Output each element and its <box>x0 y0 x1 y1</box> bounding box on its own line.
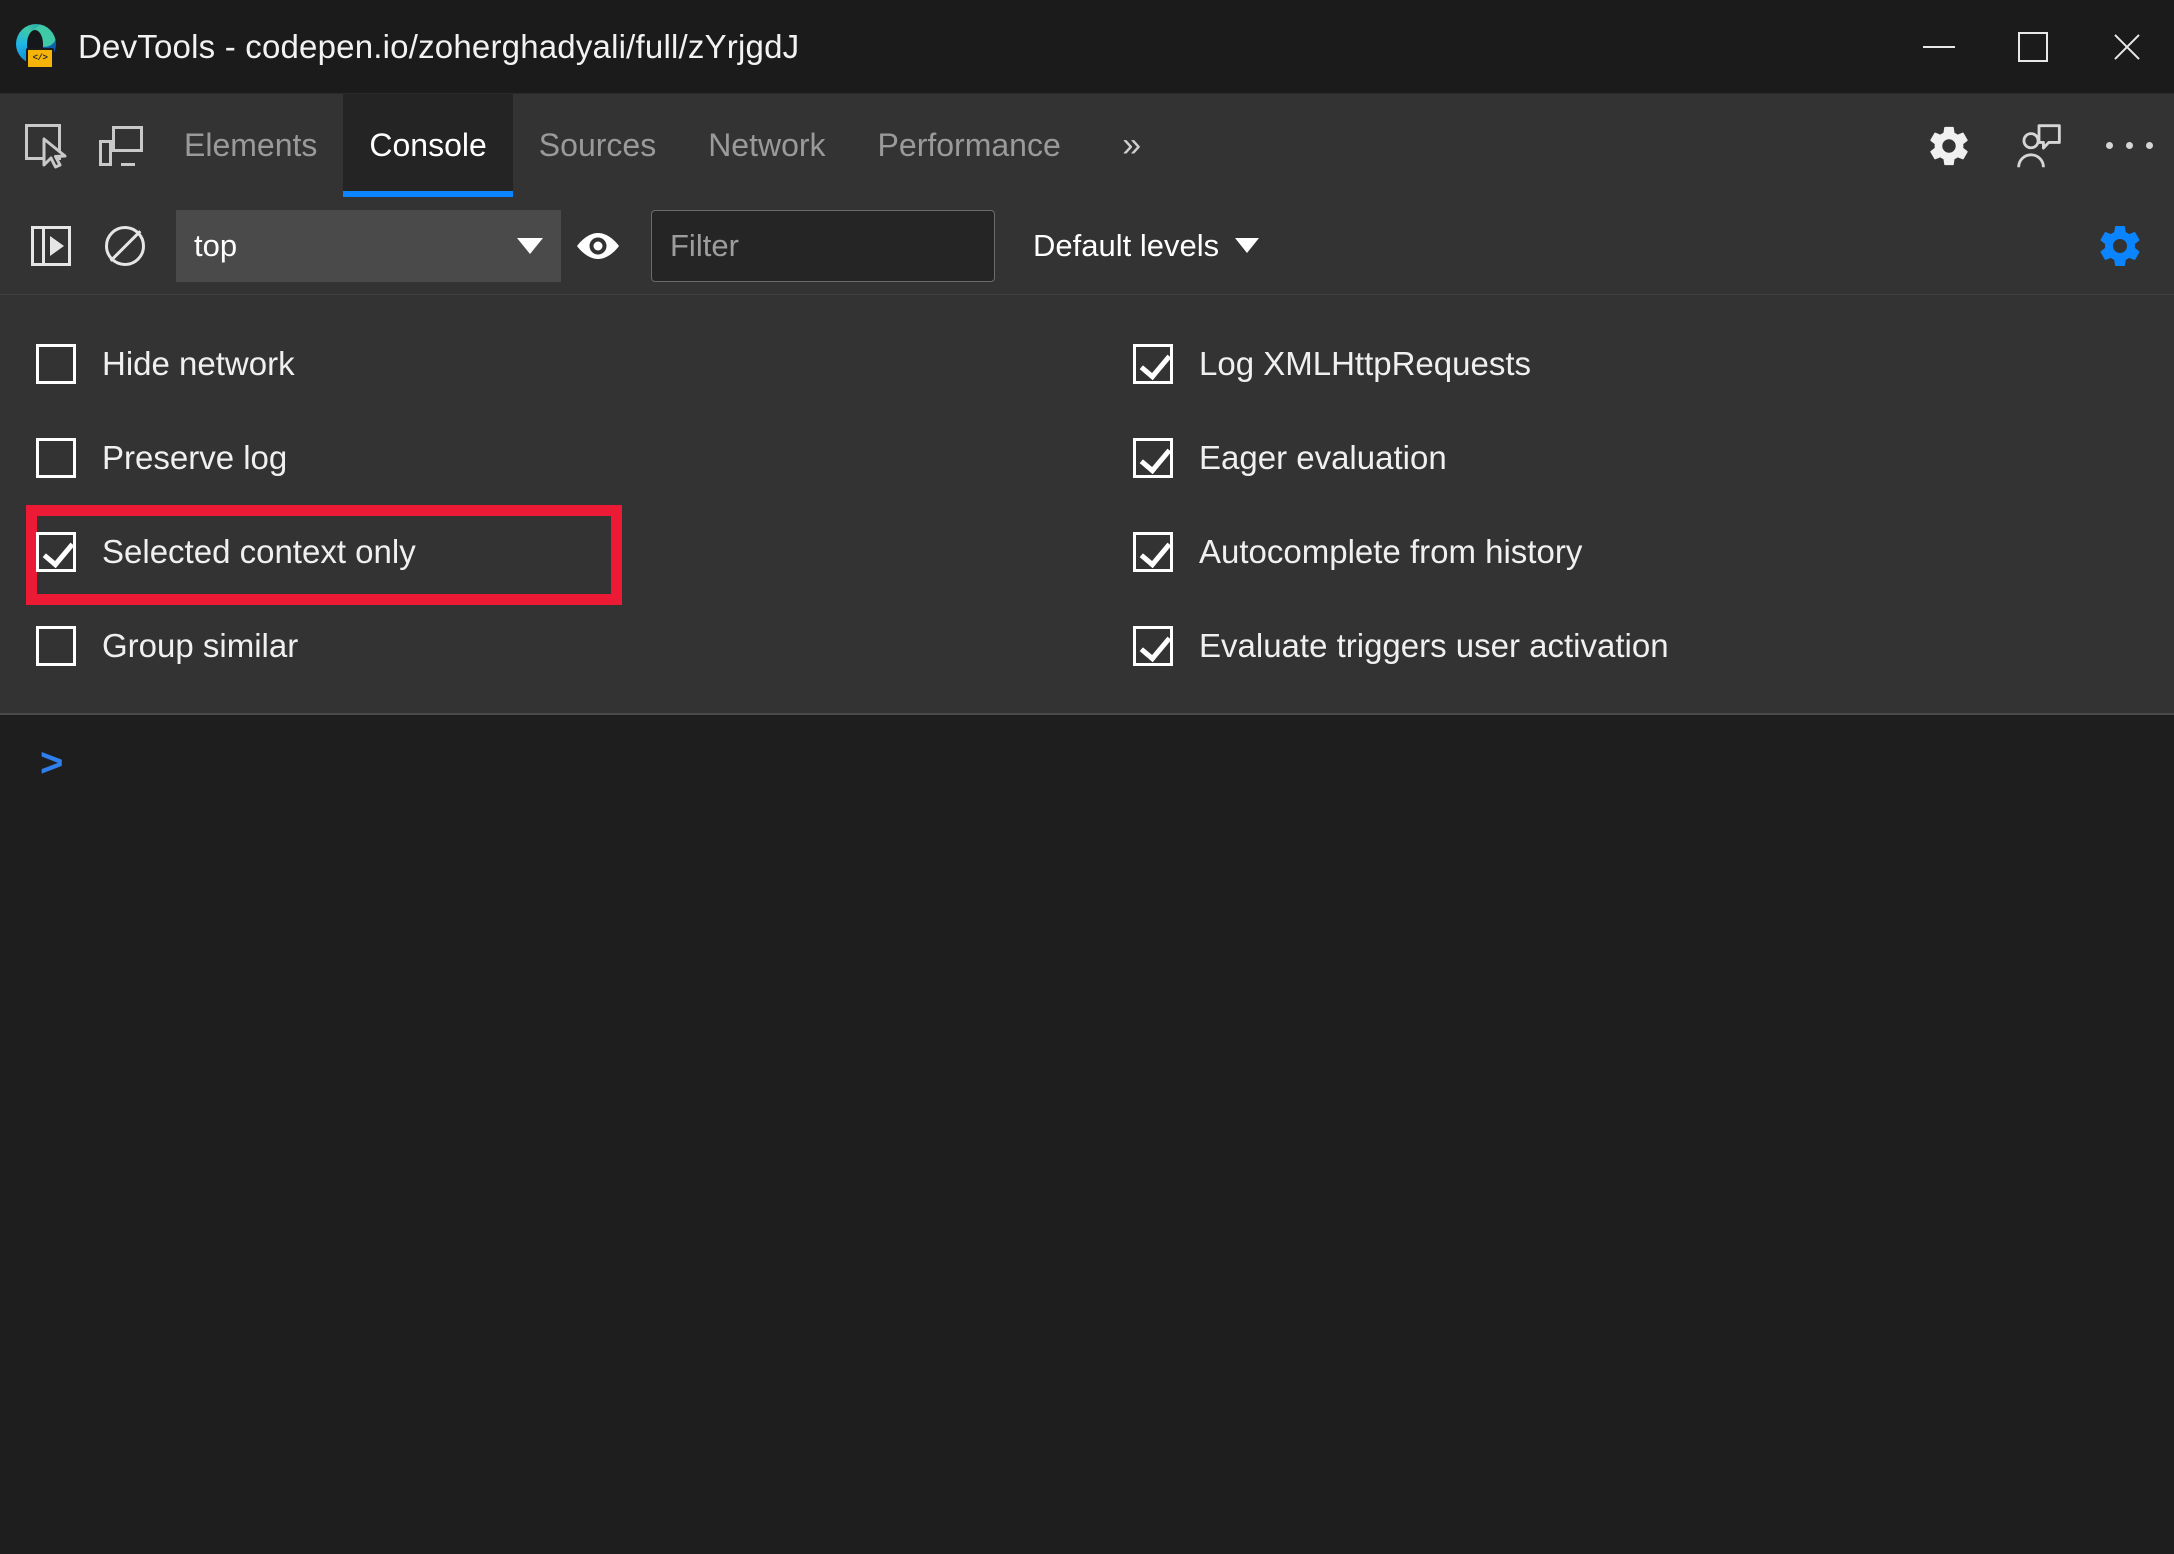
inspect-element-button[interactable] <box>10 94 84 197</box>
tab-elements[interactable]: Elements <box>158 94 343 197</box>
checkbox-log-xmlhttprequests-box[interactable] <box>1133 344 1173 384</box>
console-filter-field[interactable] <box>651 209 995 282</box>
maximize-button[interactable] <box>1986 0 2080 94</box>
checkbox-group-similar-label: Group similar <box>102 627 299 664</box>
console-settings-right-column: Log XMLHttpRequests Eager evaluation Aut… <box>1087 317 2174 693</box>
checkbox-log-xmlhttprequests[interactable]: Log XMLHttpRequests <box>1133 317 2174 411</box>
log-levels-dropdown[interactable]: Default levels <box>1025 210 1267 282</box>
checkbox-preserve-log-box[interactable] <box>36 438 76 478</box>
close-icon <box>2110 30 2144 64</box>
console-settings-button[interactable] <box>2080 209 2160 283</box>
console-toolbar: top Default levels <box>0 197 2174 295</box>
more-tabs-button[interactable]: » <box>1087 94 1177 197</box>
send-feedback-button[interactable] <box>1994 94 2084 197</box>
devtools-tab-bar: Elements Console Sources Network Perform… <box>0 94 2174 197</box>
clear-console-button[interactable] <box>88 209 162 283</box>
log-levels-label: Default levels <box>1033 227 1220 263</box>
checkbox-hide-network-label: Hide network <box>102 345 295 382</box>
create-live-expression-button[interactable] <box>561 209 635 283</box>
clear-console-icon <box>105 225 145 266</box>
devtools-settings-button[interactable] <box>1904 94 1994 197</box>
devtools-window: </> DevTools - codepen.io/zoherghadyali/… <box>0 0 2174 1554</box>
device-toolbar-icon <box>99 125 143 166</box>
create-live-expression-icon <box>577 232 619 259</box>
inspect-element-icon <box>25 123 69 168</box>
console-settings-panel: Hide network Preserve log Selected conte… <box>0 295 2174 715</box>
checkbox-log-xmlhttprequests-label: Log XMLHttpRequests <box>1199 345 1532 382</box>
tab-bar-actions <box>1904 94 2174 197</box>
tab-performance-label: Performance <box>877 127 1061 163</box>
checkbox-group-similar-box[interactable] <box>36 626 76 666</box>
tab-console[interactable]: Console <box>343 94 514 197</box>
checkbox-selected-context-only-label: Selected context only <box>102 533 416 570</box>
checkbox-preserve-log[interactable]: Preserve log <box>36 411 1087 505</box>
console-sidebar-toggle-button[interactable] <box>14 209 88 283</box>
close-button[interactable] <box>2080 0 2174 94</box>
window-controls <box>1892 0 2174 93</box>
more-options-icon <box>2105 142 2153 149</box>
console-prompt-row[interactable]: > <box>0 715 2174 785</box>
console-sidebar-toggle-icon <box>31 225 71 266</box>
chevron-double-right-icon: » <box>1122 126 1142 164</box>
checkbox-evaluate-triggers-user-activation-label: Evaluate triggers user activation <box>1199 627 1669 664</box>
checkbox-selected-context-only[interactable]: Selected context only <box>26 505 1087 605</box>
checkbox-hide-network[interactable]: Hide network <box>36 317 1087 411</box>
title-bar: </> DevTools - codepen.io/zoherghadyali/… <box>0 0 2174 94</box>
devtools-badge-label: </> <box>32 53 48 63</box>
checkbox-eager-evaluation-label: Eager evaluation <box>1199 439 1447 476</box>
checkbox-group-similar[interactable]: Group similar <box>36 599 1087 693</box>
chevron-down-icon <box>1235 238 1260 253</box>
checkbox-eager-evaluation-box[interactable] <box>1133 438 1173 478</box>
window-title: DevTools - codepen.io/zoherghadyali/full… <box>78 27 800 65</box>
tab-network-label: Network <box>708 127 826 163</box>
tab-elements-label: Elements <box>184 127 318 163</box>
checkbox-selected-context-only-box[interactable] <box>36 532 76 572</box>
tab-performance[interactable]: Performance <box>852 94 1087 197</box>
console-output-area[interactable]: > <box>0 715 2174 1554</box>
javascript-context-dropdown[interactable]: top <box>176 209 561 282</box>
tab-console-label: Console <box>369 127 487 163</box>
tab-sources-label: Sources <box>538 127 657 163</box>
chevron-down-icon <box>517 237 543 254</box>
gear-icon <box>1930 126 1968 165</box>
feedback-person-icon <box>2017 123 2061 167</box>
more-options-button[interactable] <box>2084 94 2174 197</box>
checkbox-evaluate-triggers-user-activation-box[interactable] <box>1133 626 1173 666</box>
console-filter-input[interactable] <box>670 227 976 264</box>
console-prompt-chevron-icon: > <box>40 741 64 785</box>
console-settings-gear-icon <box>2100 225 2140 266</box>
checkbox-evaluate-triggers-user-activation[interactable]: Evaluate triggers user activation <box>1133 599 2174 693</box>
checkbox-hide-network-box[interactable] <box>36 344 76 384</box>
console-prompt-input[interactable] <box>81 741 2174 785</box>
edge-devtools-icon: </> <box>14 23 60 70</box>
minimize-button[interactable] <box>1892 0 1986 94</box>
minimize-icon <box>1923 46 1955 48</box>
checkbox-autocomplete-from-history[interactable]: Autocomplete from history <box>1133 505 2174 599</box>
maximize-icon <box>2018 32 2048 62</box>
javascript-context-value: top <box>194 227 238 263</box>
checkbox-autocomplete-from-history-label: Autocomplete from history <box>1199 533 1583 570</box>
checkbox-eager-evaluation[interactable]: Eager evaluation <box>1133 411 2174 505</box>
tab-network[interactable]: Network <box>682 94 851 197</box>
console-settings-left-column: Hide network Preserve log Selected conte… <box>0 317 1087 693</box>
checkbox-preserve-log-label: Preserve log <box>102 439 288 476</box>
checkbox-autocomplete-from-history-box[interactable] <box>1133 532 1173 572</box>
device-toolbar-button[interactable] <box>84 94 158 197</box>
tab-sources[interactable]: Sources <box>513 94 682 197</box>
devtools-badge: </> <box>26 47 54 69</box>
